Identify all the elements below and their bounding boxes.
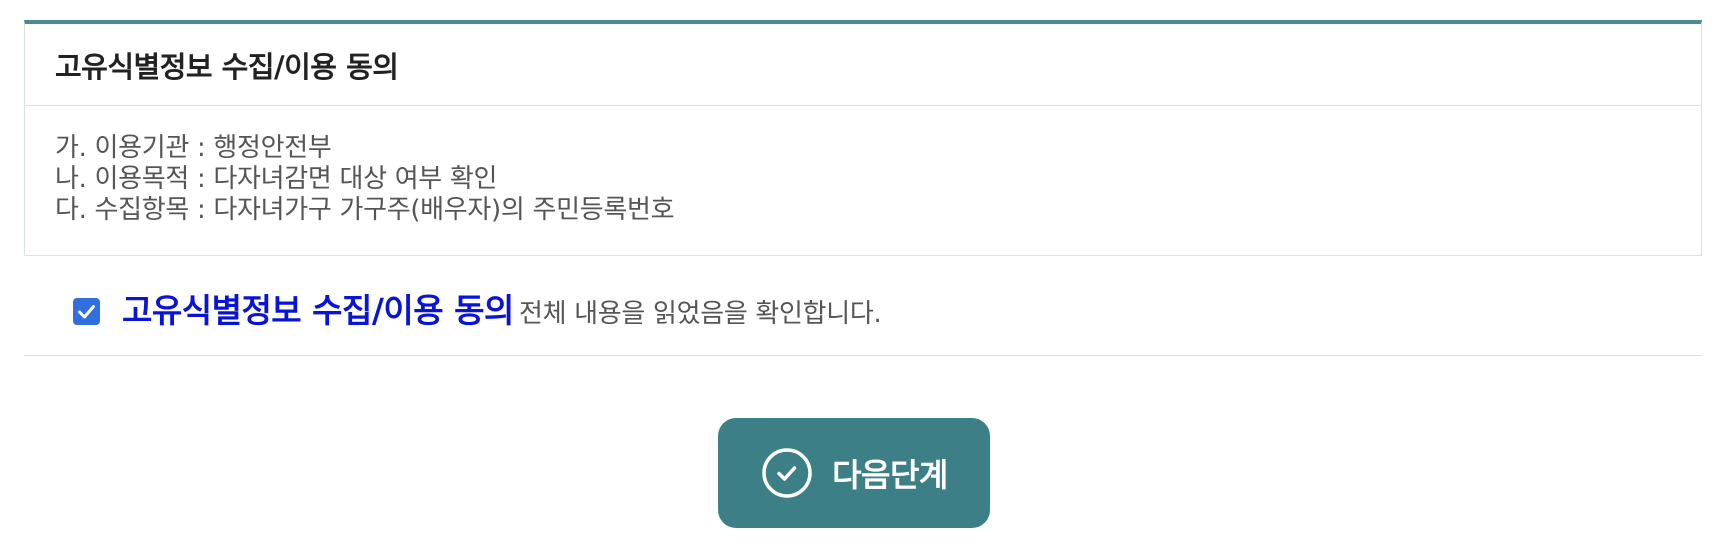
consent-line-agency: 가. 이용기관 : 행정안전부 [55,133,332,163]
agreement-title: 고유식별정보 수집/이용 동의 [122,291,514,330]
consent-line-items: 다. 수집항목 : 다자녀가구 가구주(배우자)의 주민등록번호 [55,195,675,225]
checkmark-icon [78,305,95,319]
consent-title: 고유식별정보 수집/이용 동의 [55,49,399,84]
check-circle-icon [762,448,812,498]
consent-panel: 고유식별정보 수집/이용 동의 가. 이용기관 : 행정안전부 나. 이용목적 … [24,20,1702,256]
agree-checkbox[interactable] [73,298,100,325]
consent-line-purpose: 나. 이용목적 : 다자녀감면 대상 여부 확인 [55,164,498,194]
agreement-description: 전체 내용을 읽었음을 확인합니다. [518,299,882,329]
next-step-label: 다음단계 [832,456,948,494]
agreement-row: 고유식별정보 수집/이용 동의 전체 내용을 읽었음을 확인합니다. [24,256,1702,356]
next-step-button[interactable]: 다음단계 [718,418,990,528]
agreement-text[interactable]: 고유식별정보 수집/이용 동의 전체 내용을 읽었음을 확인합니다. [122,284,882,332]
consent-content: 가. 이용기관 : 행정안전부 나. 이용목적 : 다자녀감면 대상 여부 확인… [25,106,1701,226]
consent-header: 고유식별정보 수집/이용 동의 [25,24,1701,106]
